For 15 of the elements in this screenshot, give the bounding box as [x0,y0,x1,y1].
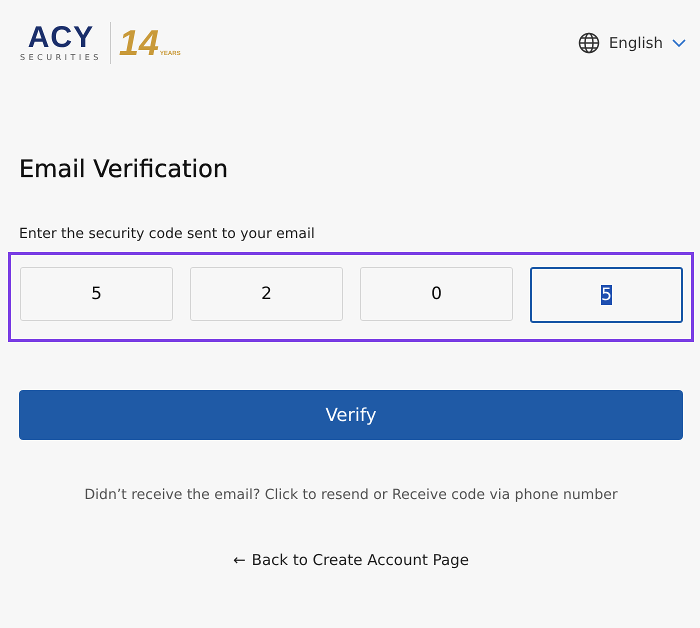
code-input-field[interactable]: 0 [360,267,513,321]
anniversary-number: 14 [118,25,159,61]
logo-tagline: SECURITIES [20,53,102,63]
page-title: Email Verification [19,154,230,184]
language-selector[interactable]: English [608,34,663,52]
back-link[interactable]: ← Back to Create Account Page [233,551,469,569]
logo-wordmark: ACY [28,23,94,53]
code-input-field[interactable]: 2 [190,267,343,321]
code-label: Enter the security code sent to your email [19,226,316,242]
code-input-field[interactable]: 5 [20,267,173,321]
code-input-field[interactable]: 5 [530,267,683,323]
verify-button[interactable]: Verify [19,390,683,440]
chevron-down-icon [672,39,686,47]
resend-text: Didn’t receive the email? Click to resend or Receive code via phone number [83,487,619,503]
globe-icon [578,32,600,54]
